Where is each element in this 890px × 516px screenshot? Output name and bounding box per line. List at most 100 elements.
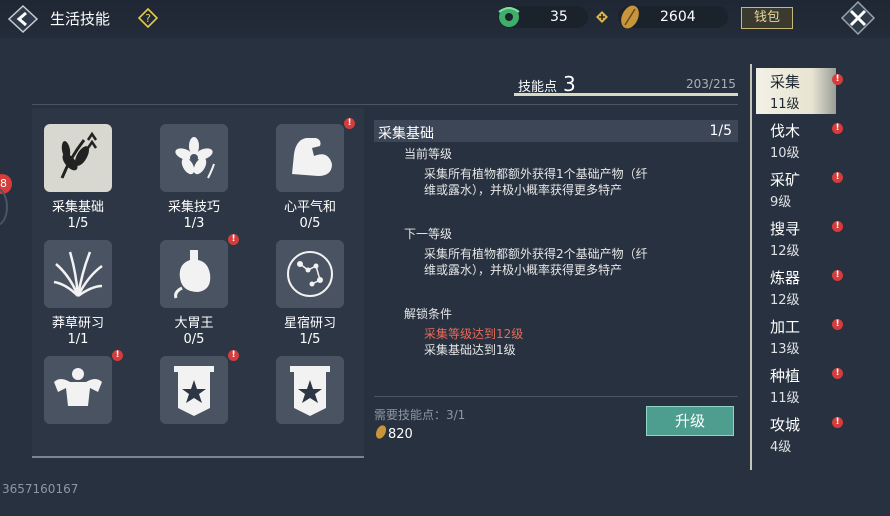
alert-badge: ! xyxy=(344,118,355,129)
plant-leaves-icon xyxy=(40,120,116,196)
skill-card-6[interactable]: 星宿研习 1/5 xyxy=(268,236,352,348)
unlock-condition-unmet: 采集等级达到12级 xyxy=(424,327,524,341)
skill-name: 大胃王 xyxy=(174,316,214,331)
back-arrow-icon[interactable] xyxy=(6,4,40,34)
category-level: 11级 xyxy=(770,391,800,406)
jade-icon xyxy=(498,7,520,27)
skill-card-4[interactable]: 莽草研习 1/1 xyxy=(36,236,120,348)
close-icon[interactable] xyxy=(836,0,880,36)
category-name: 加工 xyxy=(770,318,801,336)
gold-leaf-icon xyxy=(375,425,387,439)
page-title: 生活技能 xyxy=(50,10,111,28)
alert-badge: ! xyxy=(832,319,843,330)
category-tab-gathering[interactable]: 采集 11级 ! xyxy=(756,68,843,114)
upgrade-button[interactable]: 升级 xyxy=(646,406,734,436)
wallet-button[interactable]: 钱包 xyxy=(741,7,793,29)
skill-level: 0/5 xyxy=(183,332,205,347)
category-level: 10级 xyxy=(770,146,800,161)
category-tab-forging[interactable]: 炼器 12级 ! xyxy=(756,264,843,310)
skill-card-9[interactable] xyxy=(268,352,352,432)
question-diamond-icon[interactable]: ? xyxy=(138,8,158,28)
next-level-desc-1: 采集所有植物都额外获得2个基础产物（纤 xyxy=(424,247,648,261)
detail-header: 采集基础 1/5 xyxy=(374,120,738,142)
alert-badge: ! xyxy=(832,368,843,379)
category-name: 伐木 xyxy=(770,122,801,140)
skill-name: 采集基础 xyxy=(51,200,104,215)
skill-card-2[interactable]: 采集技巧 1/3 xyxy=(152,120,236,232)
skill-name: 星宿研习 xyxy=(283,316,336,331)
skill-level: 0/5 xyxy=(299,216,321,231)
upgrade-cost-value: 820 xyxy=(388,427,413,442)
alert-badge: ! xyxy=(832,123,843,134)
category-tab-planting[interactable]: 种植 11级 ! xyxy=(756,362,843,408)
unlock-condition-met: 采集基础达到1级 xyxy=(424,343,516,357)
skill-points-progress-text: 203/215 xyxy=(686,77,736,91)
category-name: 炼器 xyxy=(770,269,801,287)
skill-points-progress-bar xyxy=(514,93,738,96)
category-level: 4级 xyxy=(770,440,792,455)
skill-detail-panel: 采集基础 1/5 当前等级 采集所有植物都额外获得1个基础产物（纤 维或露水），… xyxy=(374,118,738,456)
category-name: 搜寻 xyxy=(770,220,801,238)
category-level: 11级 xyxy=(770,97,800,112)
scroll-divider xyxy=(32,456,364,458)
alert-badge: ! xyxy=(228,234,239,245)
skill-name: 心平气和 xyxy=(283,200,336,215)
svg-text:?: ? xyxy=(145,12,151,25)
alert-badge: ! xyxy=(112,350,123,361)
category-name: 采矿 xyxy=(770,171,801,189)
category-tab-logging[interactable]: 伐木 10级 ! xyxy=(756,117,843,163)
category-tab-searching[interactable]: 搜寻 12级 ! xyxy=(756,215,843,261)
gold-leaf-icon xyxy=(621,5,639,29)
gold-currency: 2604 xyxy=(618,5,728,29)
detail-skill-level: 1/5 xyxy=(709,123,732,139)
skill-level: 1/3 xyxy=(183,216,205,231)
strongman-icon: ! xyxy=(40,350,123,428)
skill-level: 1/5 xyxy=(67,216,89,231)
category-level: 12级 xyxy=(770,293,800,308)
required-points: 需要技能点：3/1 xyxy=(374,408,466,422)
category-tab-processing[interactable]: 加工 13级 ! xyxy=(756,313,843,359)
unlock-title: 解锁条件 xyxy=(404,307,453,321)
alert-badge: ! xyxy=(228,350,239,361)
category-name: 种植 xyxy=(770,367,801,385)
category-scroll-track xyxy=(750,64,752,470)
jade-currency: 35 xyxy=(498,6,608,28)
side-handle[interactable] xyxy=(0,188,8,226)
upgrade-cost: 820 xyxy=(374,424,413,442)
flower-icon xyxy=(156,120,232,196)
detail-skill-name: 采集基础 xyxy=(378,126,434,142)
divider xyxy=(32,104,738,105)
category-level: 13级 xyxy=(770,342,800,357)
alert-badge: ! xyxy=(832,270,843,281)
banner-star-icon xyxy=(272,352,348,428)
category-name: 攻城 xyxy=(770,416,801,434)
category-name: 采集 xyxy=(770,73,801,91)
skill-card-5[interactable]: ! 大胃王 0/5 xyxy=(152,234,239,348)
category-list: 采集 11级 ! 伐木 10级 ! 采矿 9级 ! 搜寻 12级 ! 炼器 12… xyxy=(750,64,846,470)
skill-card-7[interactable]: ! xyxy=(36,350,123,432)
banner-star-icon: ! xyxy=(156,350,239,428)
alert-badge: ! xyxy=(832,417,843,428)
skill-name: 采集技巧 xyxy=(167,200,220,215)
category-tab-mining[interactable]: 采矿 9级 ! xyxy=(756,166,843,212)
current-level-desc-2: 维或露水），并极小概率获得更多特产 xyxy=(424,183,623,197)
category-tab-siege[interactable]: 攻城 4级 ! xyxy=(756,411,843,457)
muscle-arm-icon: ! xyxy=(272,118,355,196)
skill-level: 1/5 xyxy=(299,332,321,347)
top-bar: 生活技能 ? 35 2604 钱包 xyxy=(0,0,890,38)
jade-value: 35 xyxy=(550,9,568,25)
skill-grid: 采集基础 1/5 采集技巧 1/3 ! 心平气和 0/5 莽草研习 1/1 ! … xyxy=(32,108,364,456)
skill-card-1[interactable]: 采集基础 1/5 xyxy=(36,120,120,232)
alert-badge: ! xyxy=(832,74,843,85)
skill-level: 1/1 xyxy=(67,332,89,347)
grass-bundle-icon xyxy=(40,236,116,312)
skill-card-3[interactable]: ! 心平气和 0/5 xyxy=(268,118,355,232)
plus-icon[interactable] xyxy=(596,11,608,23)
skill-name: 莽草研习 xyxy=(51,316,104,331)
next-level-desc-2: 维或露水），并极小概率获得更多特产 xyxy=(424,263,623,277)
next-level-title: 下一等级 xyxy=(404,227,453,241)
stomach-icon: ! xyxy=(156,234,239,312)
category-level: 12级 xyxy=(770,244,800,259)
skill-card-8[interactable]: ! xyxy=(152,350,239,432)
gold-value: 2604 xyxy=(660,9,696,25)
